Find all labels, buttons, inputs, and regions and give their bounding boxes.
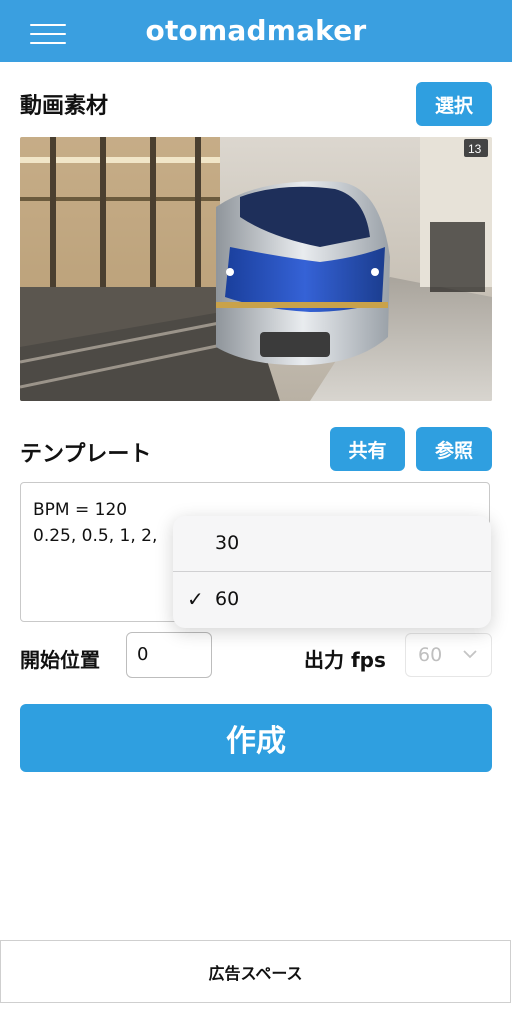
- browse-button[interactable]: 参照: [416, 427, 492, 471]
- template-section-title: テンプレート: [20, 442, 152, 467]
- create-button[interactable]: 作成: [20, 704, 492, 772]
- output-fps-label: 出力 fps: [304, 648, 386, 672]
- start-position-label: 開始位置: [20, 648, 100, 672]
- start-position-input[interactable]: 0: [126, 632, 212, 678]
- select-video-button[interactable]: 選択: [416, 82, 492, 126]
- fps-option-label: 30: [215, 532, 240, 554]
- chevron-down-icon: [463, 650, 477, 659]
- video-section-title: 動画素材: [20, 94, 109, 119]
- app-header: otomadmaker: [0, 0, 512, 62]
- ad-space: 広告スペース: [0, 940, 511, 1003]
- platform-sign-text: 13: [468, 142, 482, 156]
- fps-option-label: 60: [215, 588, 240, 610]
- share-button[interactable]: 共有: [330, 427, 405, 471]
- fps-select[interactable]: 60: [405, 633, 492, 677]
- fps-select-value: 60: [418, 644, 443, 666]
- app-title: otomadmaker: [145, 14, 367, 47]
- checkmark-icon: ✓: [187, 587, 204, 611]
- fps-dropdown-menu: 30 ✓ 60: [173, 516, 491, 628]
- fps-option-60[interactable]: ✓ 60: [173, 572, 491, 627]
- fps-option-30[interactable]: 30: [173, 516, 491, 571]
- video-preview: 13: [20, 137, 492, 401]
